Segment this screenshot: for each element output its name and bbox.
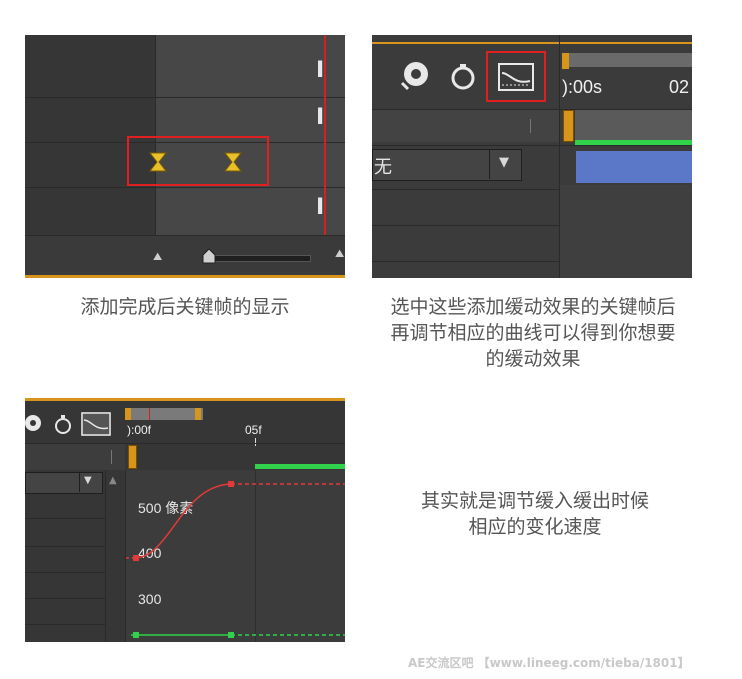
zoom-out-icon[interactable]: ⛰ xyxy=(153,250,162,264)
easy-ease-keyframe-icon[interactable] xyxy=(224,152,242,172)
time-label-05f: 05f xyxy=(245,423,262,437)
caption-keyframes: 添加完成后关键帧的显示 xyxy=(80,296,290,318)
graph-editor-icon[interactable] xyxy=(498,63,534,91)
speed-curve[interactable] xyxy=(126,470,345,642)
work-area-end-handle[interactable] xyxy=(195,408,201,420)
keyframe-marker-icon[interactable]: I xyxy=(316,197,324,219)
playhead-line[interactable] xyxy=(324,35,326,235)
graph-editor-icon[interactable] xyxy=(81,412,111,436)
caption-speed: 其实就是调节缓入缓出时候 相应的变化速度 xyxy=(420,490,649,538)
motion-blur-icon[interactable] xyxy=(396,59,434,93)
time-label-02: 02 xyxy=(669,77,690,97)
current-time-indicator[interactable] xyxy=(563,110,574,142)
stopwatch-icon[interactable] xyxy=(53,413,73,435)
caption-graph-toggle: 选中这些添加缓动效果的关键帧后 再调节相应的曲线可以得到你想要 的缓动效果 xyxy=(390,296,676,370)
chevron-down-icon[interactable]: ▼ xyxy=(499,155,509,170)
watermark: AE交流区吧 【www.lineeg.com/tieba/1801】 xyxy=(408,656,690,670)
zoom-in-icon[interactable]: ⛰ xyxy=(335,247,344,261)
clip-bar[interactable] xyxy=(576,151,692,183)
zoom-slider-handle[interactable] xyxy=(201,247,217,265)
value-graph-panel: ):00f 05f ▼ ▲ 500 像素 400 300 xyxy=(25,398,345,642)
keyframe-marker-icon[interactable]: I xyxy=(316,60,324,82)
work-area-start-handle[interactable] xyxy=(562,53,569,69)
left-track-area xyxy=(25,35,155,235)
stopwatch-icon[interactable] xyxy=(448,61,478,91)
time-label-start: ):00s xyxy=(562,77,603,97)
graph-toggle-panel: ):00s 02 无 ▼ xyxy=(372,35,692,278)
current-time-indicator[interactable] xyxy=(128,445,137,469)
keyframe-marker-icon[interactable]: I xyxy=(316,107,324,129)
zoom-slider-track[interactable] xyxy=(207,255,311,262)
chevron-down-icon[interactable]: ▼ xyxy=(84,475,92,486)
work-area-start-handle[interactable] xyxy=(125,408,131,420)
keyframes-panel: I I I ⛰ ⛰ xyxy=(25,35,345,278)
motion-blur-icon[interactable] xyxy=(25,414,45,434)
scroll-up-icon[interactable]: ▲ xyxy=(109,475,117,486)
time-label-00f: ):00f xyxy=(127,423,152,437)
easy-ease-keyframe-icon[interactable] xyxy=(149,152,167,172)
dropdown-value: 无 xyxy=(374,157,392,177)
